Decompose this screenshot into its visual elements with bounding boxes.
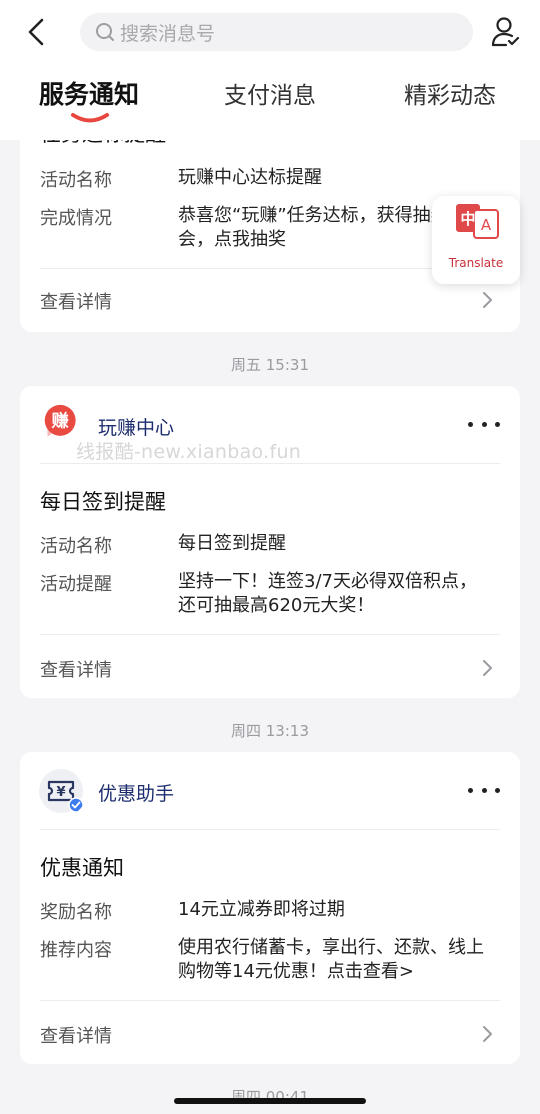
home-indicator	[174, 1098, 366, 1104]
divider	[40, 1000, 500, 1001]
row-value: 玩赚中心达标提醒	[178, 167, 322, 188]
view-details-link[interactable]: 查看详情	[40, 1022, 112, 1048]
more-options-button[interactable]	[468, 412, 500, 436]
card-title: 每日签到提醒	[40, 490, 166, 514]
coupon-ticket-icon: ¥	[39, 769, 84, 813]
row-label: 奖励名称	[40, 902, 112, 923]
view-details-link[interactable]: 查看详情	[40, 288, 112, 314]
divider	[40, 268, 500, 269]
row-label: 推荐内容	[40, 940, 112, 961]
user-check-icon	[491, 17, 520, 47]
tab-payment-messages[interactable]: 支付消息	[224, 76, 316, 110]
service-name[interactable]: 玩赚中心	[98, 413, 174, 440]
row-label: 活动名称	[40, 536, 112, 557]
chevron-right-icon	[483, 292, 492, 308]
message-card[interactable]: ¥ 优惠助手 优惠通知 奖励名称 14元立减券即将过期 推荐内容 使用农行储蓄卡…	[20, 752, 520, 1064]
account-button[interactable]	[488, 14, 522, 50]
svg-text:赚: 赚	[51, 411, 70, 432]
top-bar: 搜索消息号 服务通知 支付消息 精彩动态	[0, 0, 540, 140]
row-label: 活动名称	[40, 170, 112, 191]
row-value: 坚持一下！连签3/7天必得双倍积点，还可抽最高620元大奖！	[178, 571, 477, 616]
tab-service-notice[interactable]: 服务通知	[39, 75, 139, 111]
active-tab-indicator	[71, 113, 109, 123]
row-value: 使用农行储蓄卡，享出行、还款、线上购物等14元优惠！点击查看>	[178, 937, 484, 982]
chevron-right-icon	[483, 1026, 492, 1042]
divider	[40, 634, 500, 635]
dot	[468, 421, 473, 427]
message-card[interactable]: 赚 玩赚中心 每日签到提醒 活动名称 每日签到提醒 活动提醒 坚持一下！连签3/…	[20, 386, 520, 698]
row-label: 完成情况	[40, 208, 112, 229]
tab-bar: 服务通知 支付消息 精彩动态	[0, 72, 540, 132]
row-value: 每日签到提醒	[178, 533, 286, 554]
divider	[40, 829, 500, 830]
message-list: 任务达标提醒 活动名称 玩赚中心达标提醒 完成情况 恭喜您“玩赚”任务达标，获得…	[0, 140, 540, 1114]
view-details-link[interactable]: 查看详情	[40, 656, 112, 682]
chevron-left-icon	[28, 18, 44, 46]
card-header: ¥ 优惠助手	[20, 752, 520, 830]
search-input[interactable]: 搜索消息号	[80, 13, 473, 51]
timestamp: 周五 15:31	[231, 356, 309, 374]
dot	[481, 787, 487, 793]
translate-icon: 中 A	[456, 204, 499, 239]
tab-highlights[interactable]: 精彩动态	[404, 76, 496, 110]
translate-glyph-zh: 中	[460, 210, 475, 228]
more-options-button[interactable]	[468, 778, 500, 802]
card-title: 优惠通知	[40, 856, 124, 880]
chevron-right-icon	[483, 660, 492, 676]
dot	[481, 421, 487, 427]
watermark-text: 线报酷-new.xianbao.fun	[76, 441, 302, 463]
timestamp: 周四 13:13	[231, 722, 309, 740]
search-icon	[94, 21, 116, 43]
translate-button[interactable]: 中 A Translate	[432, 196, 520, 284]
dot	[468, 787, 473, 793]
service-name[interactable]: 优惠助手	[98, 779, 174, 806]
translate-label: Translate	[448, 256, 504, 270]
back-button[interactable]	[22, 14, 50, 50]
dot	[495, 421, 500, 427]
svg-text:¥: ¥	[56, 785, 65, 800]
row-value: 14元立减券即将过期	[178, 899, 345, 920]
card-title: 任务达标提醒	[40, 140, 166, 148]
translate-glyph-a: A	[481, 216, 492, 234]
row-label: 活动提醒	[40, 574, 112, 595]
search-placeholder: 搜索消息号	[120, 22, 216, 45]
dot	[495, 787, 500, 793]
